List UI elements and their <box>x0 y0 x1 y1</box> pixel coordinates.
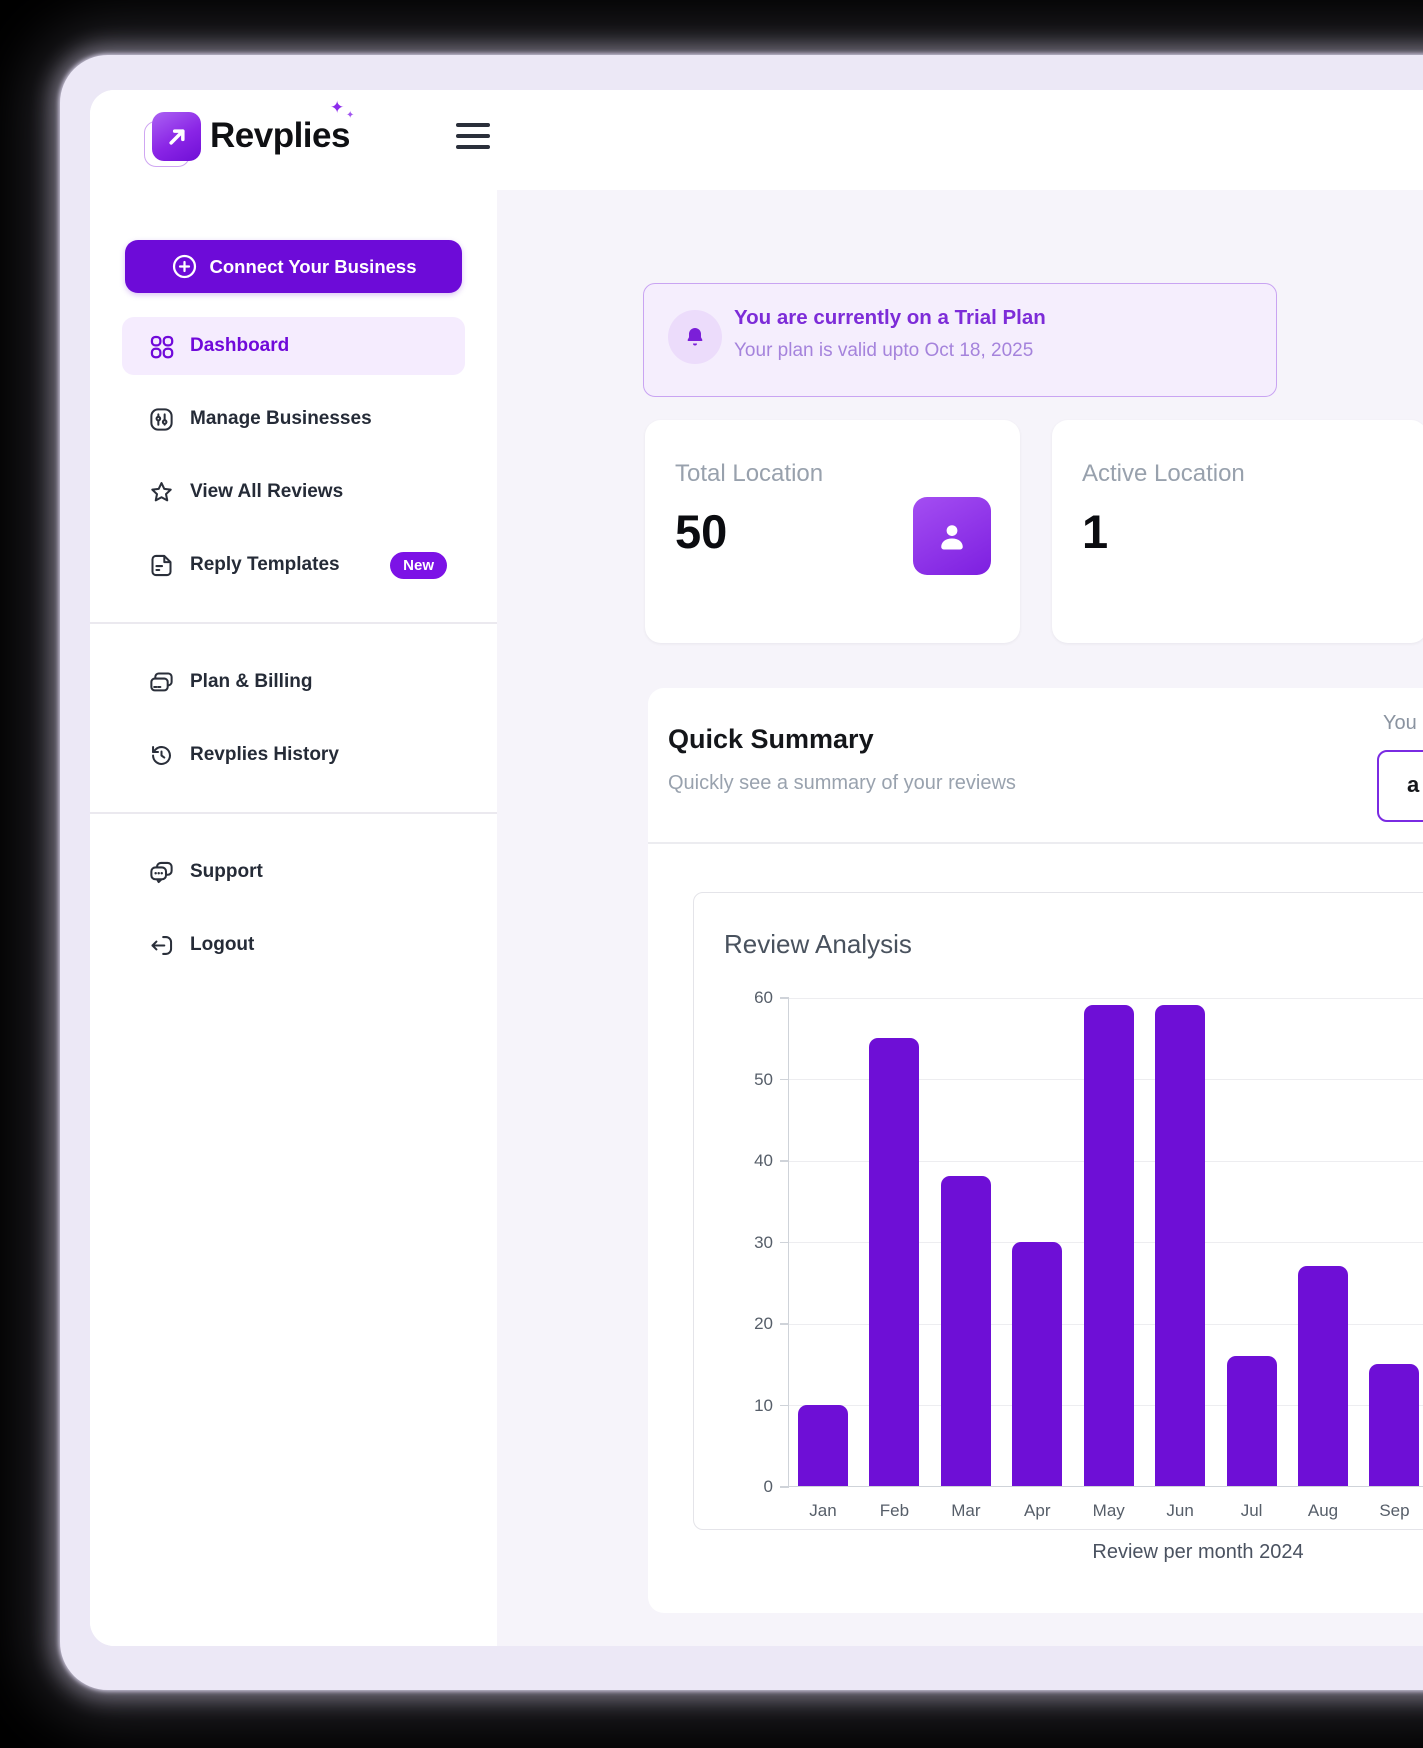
x-tick-label: Jan <box>788 1501 858 1521</box>
sidebar: Revplies ✦ ✦ Connect Your Business Da <box>90 90 497 1646</box>
sidebar-item-revplies-history[interactable]: Revplies History <box>122 726 465 784</box>
review-analysis-chart-card: Review Analysis 0102030405060JanFebMarAp… <box>693 892 1423 1530</box>
quick-summary-card: Quick Summary Quickly see a summary of y… <box>648 688 1423 1613</box>
sidebar-item-label: Support <box>190 861 263 883</box>
bar-Jun <box>1155 1005 1205 1486</box>
y-tick-label: 20 <box>733 1314 773 1334</box>
bar-Aug <box>1298 1266 1348 1486</box>
quick-summary-subtitle: Quickly see a summary of your reviews <box>668 772 1016 795</box>
sidebar-item-dashboard[interactable]: Dashboard <box>122 317 465 375</box>
chart-caption: Review per month 2024 <box>988 1541 1408 1564</box>
y-tick <box>780 1079 789 1081</box>
sidebar-item-label: Reply Templates <box>190 554 340 576</box>
y-tick-label: 40 <box>733 1151 773 1171</box>
x-tick-label: Feb <box>859 1501 929 1521</box>
hamburger-menu-icon[interactable] <box>456 123 490 149</box>
sidebar-item-label: Revplies History <box>190 744 339 766</box>
bar-Feb <box>869 1038 919 1486</box>
credit-card-icon <box>148 669 175 696</box>
sidebar-item-label: View All Reviews <box>190 481 343 503</box>
stat-label: Total Location <box>675 460 823 488</box>
bell-icon <box>683 325 707 349</box>
y-tick-label: 50 <box>733 1070 773 1090</box>
sidebar-item-logout[interactable]: Logout <box>122 916 465 974</box>
business-selector-dropdown[interactable]: a <box>1377 750 1423 822</box>
x-tick-label: Jun <box>1145 1501 1215 1521</box>
bar-chart-plot-area: 0102030405060JanFebMarAprMayJunJulAugSep <box>788 998 1423 1487</box>
sidebar-item-label: Dashboard <box>190 335 289 357</box>
x-tick-label: May <box>1074 1501 1144 1521</box>
chat-bubbles-icon <box>148 859 175 886</box>
x-tick-label: Mar <box>931 1501 1001 1521</box>
sidebar-item-label: Plan & Billing <box>190 671 312 693</box>
trial-plan-subtitle: Your plan is valid upto Oct 18, 2025 <box>734 340 1033 362</box>
y-tick-label: 0 <box>733 1477 773 1497</box>
person-icon-box <box>913 497 991 575</box>
x-tick-label: Apr <box>1002 1501 1072 1521</box>
bell-icon-circle <box>668 310 722 364</box>
y-tick <box>780 1405 789 1407</box>
bar-Jan <box>798 1405 848 1487</box>
y-tick-label: 60 <box>733 988 773 1008</box>
sidebar-item-support[interactable]: Support <box>122 843 465 901</box>
sparkle-icon: ✦ <box>330 98 344 118</box>
sparkle-icon: ✦ <box>346 110 354 121</box>
y-tick <box>780 1323 789 1325</box>
active-location-card: Active Location 1 <box>1052 420 1423 643</box>
bar-Apr <box>1012 1242 1062 1487</box>
sidebar-item-reply-templates[interactable]: Reply Templates New <box>122 536 465 594</box>
gridline <box>789 998 1423 999</box>
y-tick-label: 30 <box>733 1233 773 1253</box>
logo-icon[interactable] <box>152 112 201 161</box>
y-tick-label: 10 <box>733 1396 773 1416</box>
chart-title: Review Analysis <box>724 929 912 960</box>
sidebar-divider <box>90 812 497 814</box>
sidebar-item-manage-businesses[interactable]: Manage Businesses <box>122 390 465 448</box>
section-divider <box>648 842 1423 844</box>
x-tick-label: Jul <box>1217 1501 1287 1521</box>
stat-value: 1 <box>1082 504 1108 559</box>
sliders-icon <box>148 406 175 433</box>
trial-plan-banner: You are currently on a Trial Plan Your p… <box>643 283 1277 397</box>
connect-your-business-button[interactable]: Connect Your Business <box>125 240 462 293</box>
sidebar-item-label: Manage Businesses <box>190 408 372 430</box>
connect-button-label: Connect Your Business <box>210 256 417 278</box>
star-icon <box>148 479 175 506</box>
logout-icon <box>148 932 175 959</box>
new-badge: New <box>390 552 447 579</box>
bar-Jul <box>1227 1356 1277 1486</box>
y-tick <box>780 1160 789 1162</box>
sidebar-item-label: Logout <box>190 934 254 956</box>
person-icon <box>933 517 971 555</box>
y-tick <box>780 997 789 999</box>
bar-Sep <box>1369 1364 1419 1486</box>
x-tick-label: Aug <box>1288 1501 1358 1521</box>
plus-circle-icon <box>171 253 198 280</box>
sidebar-divider <box>90 622 497 624</box>
stat-value: 50 <box>675 504 727 559</box>
bar-Mar <box>941 1176 991 1486</box>
y-tick <box>780 1486 789 1488</box>
quick-summary-title: Quick Summary <box>668 724 874 755</box>
total-location-card: Total Location 50 <box>645 420 1020 643</box>
bar-May <box>1084 1005 1134 1486</box>
sidebar-item-view-all-reviews[interactable]: View All Reviews <box>122 463 465 521</box>
file-icon <box>148 552 175 579</box>
x-tick-label: Sep <box>1359 1501 1423 1521</box>
brand-title: Revplies <box>210 116 350 156</box>
app-window: Revplies ✦ ✦ Connect Your Business Da <box>90 90 1423 1646</box>
sidebar-item-plan-billing[interactable]: Plan & Billing <box>122 653 465 711</box>
arrow-up-right-icon <box>163 123 191 151</box>
stat-label: Active Location <box>1082 460 1245 488</box>
trial-plan-title: You are currently on a Trial Plan <box>734 306 1046 330</box>
business-selector-value: a <box>1407 772 1419 798</box>
history-clock-icon <box>148 742 175 769</box>
dashboard-grid-icon <box>148 333 175 360</box>
y-tick <box>780 1242 789 1244</box>
business-selector-label: You <box>1383 712 1417 735</box>
